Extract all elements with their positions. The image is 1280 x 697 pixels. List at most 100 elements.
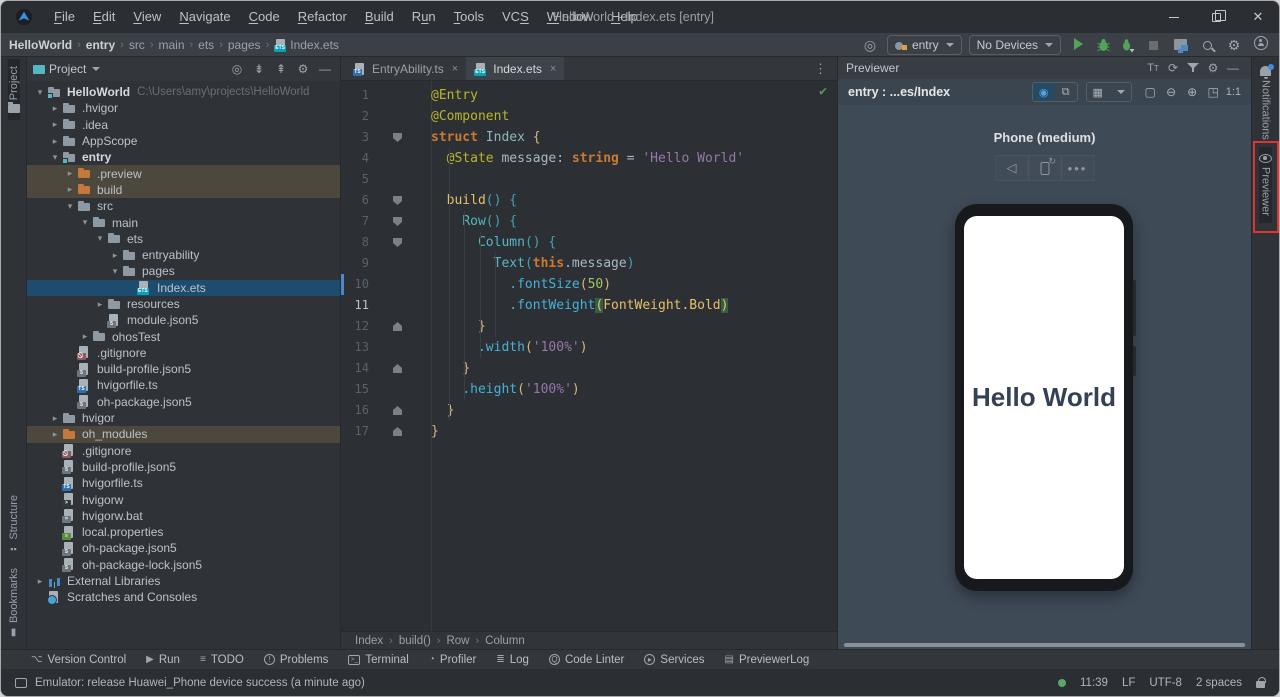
device-selector[interactable]: No Devices bbox=[968, 34, 1061, 55]
menu-navigate[interactable]: Navigate bbox=[170, 1, 239, 33]
tree-chevron-icon[interactable]: ▸ bbox=[48, 429, 62, 440]
code-line-12[interactable]: 12 } bbox=[341, 316, 837, 337]
readonly-lock-icon[interactable] bbox=[1256, 677, 1266, 688]
previewer-settings-icon[interactable]: ⚙ bbox=[1203, 61, 1223, 75]
tree-item--gitignore[interactable]: ⃠ .gitignore bbox=[27, 443, 340, 459]
breadcrumb-item-entry[interactable]: entry bbox=[86, 38, 115, 52]
code-line-1[interactable]: 1 @Entry bbox=[341, 85, 837, 106]
tree-chevron-icon[interactable]: ▾ bbox=[33, 87, 47, 98]
tree-item--gitignore[interactable]: ⃠ .gitignore bbox=[27, 345, 340, 361]
more-options-button[interactable]: ••• bbox=[1061, 155, 1094, 181]
locate-target-icon[interactable]: ◎ bbox=[860, 35, 880, 55]
sidebar-tab-bookmarks[interactable]: Bookmarks ▮ bbox=[8, 561, 20, 645]
tool-window-button-todo[interactable]: ≡ TODO bbox=[200, 654, 244, 666]
close-button[interactable]: ✕ bbox=[1237, 1, 1279, 33]
tree-item-oh_modules[interactable]: ▸ oh_modules bbox=[27, 426, 340, 443]
tree-item-build-profile-json5[interactable]: 5 build-profile.json5 bbox=[27, 361, 340, 377]
code-line-5[interactable]: 5 bbox=[341, 169, 837, 190]
tree-chevron-icon[interactable]: ▾ bbox=[48, 152, 62, 163]
menu-view[interactable]: View bbox=[124, 1, 170, 33]
tree-chevron-icon[interactable]: ▸ bbox=[63, 184, 77, 195]
phone-screen[interactable]: Hello World bbox=[964, 216, 1124, 579]
tool-window-button-terminal[interactable]: >_ Terminal bbox=[348, 654, 409, 666]
code-line-10[interactable]: 10 .fontSize(50) bbox=[341, 274, 837, 295]
sidebar-tab-project[interactable]: Project bbox=[7, 59, 20, 121]
tree-chevron-icon[interactable]: ▾ bbox=[93, 233, 107, 244]
tree-chevron-icon[interactable]: ▸ bbox=[33, 576, 47, 587]
menu-vcs[interactable]: VCS bbox=[493, 1, 538, 33]
tool-window-button-log[interactable]: ≣ Log bbox=[496, 654, 529, 666]
tree-item-build[interactable]: ▸ build bbox=[27, 181, 340, 199]
status-message[interactable]: Emulator: release Huawei_Phone device su… bbox=[35, 677, 365, 689]
code-line-9[interactable]: 9 Text(this.message) bbox=[341, 253, 837, 274]
menu-refactor[interactable]: Refactor bbox=[289, 1, 356, 33]
code-line-13[interactable]: 13 .width('100%') bbox=[341, 337, 837, 358]
tree-item-hvigorfile-ts[interactable]: TS hvigorfile.ts bbox=[27, 475, 340, 491]
sidebar-tab-notifications[interactable]: Notifications bbox=[1260, 59, 1274, 147]
tree-item-resources[interactable]: ▸ resources bbox=[27, 296, 340, 312]
tree-chevron-icon[interactable]: ▸ bbox=[93, 299, 107, 310]
fold-open-icon[interactable] bbox=[393, 196, 402, 205]
sidebar-tab-structure[interactable]: Structure ▪▪ bbox=[8, 488, 20, 561]
zoom-in-icon[interactable]: ⊕ bbox=[1182, 85, 1203, 99]
tree-item-module-json5[interactable]: 5 module.json5 bbox=[27, 312, 340, 328]
run-button[interactable] bbox=[1068, 35, 1088, 55]
tool-window-button-services[interactable]: ▸ Services bbox=[644, 654, 705, 666]
breadcrumb-item-helloworld[interactable]: HelloWorld bbox=[9, 38, 72, 52]
line-separator-indicator[interactable]: LF bbox=[1122, 677, 1135, 689]
tree-item-oh-package-json5[interactable]: 5 oh-package.json5 bbox=[27, 394, 340, 410]
debug-restart-button[interactable] bbox=[1119, 37, 1136, 53]
tree-chevron-icon[interactable]: ▸ bbox=[63, 168, 77, 179]
tree-item-hvigorfile-ts[interactable]: TS hvigorfile.ts bbox=[27, 377, 340, 393]
scrollbar-thumb[interactable] bbox=[844, 643, 1245, 647]
tree-item-entry[interactable]: ▾ entry bbox=[27, 149, 340, 165]
debug-button[interactable] bbox=[1095, 37, 1112, 53]
tree-item-oh-package-lock-json5[interactable]: 5 oh-package-lock.json5 bbox=[27, 557, 340, 573]
indent-indicator[interactable]: 2 spaces bbox=[1196, 677, 1242, 689]
fold-close-icon[interactable] bbox=[393, 427, 402, 436]
fold-open-icon[interactable] bbox=[393, 133, 402, 142]
tree-chevron-icon[interactable]: ▾ bbox=[63, 201, 77, 212]
tree-chevron-icon[interactable]: ▾ bbox=[78, 217, 92, 228]
tree-item-main[interactable]: ▾ main bbox=[27, 214, 340, 230]
expand-all-icon[interactable]: ⇟ bbox=[250, 62, 268, 76]
text-size-icon[interactable]: TT bbox=[1143, 62, 1163, 74]
fit-to-window-icon[interactable]: ◳ bbox=[1203, 85, 1224, 99]
code-line-7[interactable]: 7 Row() { bbox=[341, 211, 837, 232]
menu-code[interactable]: Code bbox=[240, 1, 289, 33]
tree-item--hvigor[interactable]: ▸ .hvigor bbox=[27, 100, 340, 116]
code-line-2[interactable]: 2 @Component bbox=[341, 106, 837, 127]
stop-button[interactable] bbox=[1143, 35, 1163, 55]
module-selector[interactable]: entry bbox=[886, 34, 962, 55]
fold-open-icon[interactable] bbox=[393, 217, 402, 226]
code-line-15[interactable]: 15 .height('100%') bbox=[341, 379, 837, 400]
inspector-toggle[interactable]: ◉ bbox=[1032, 83, 1055, 101]
collapse-all-icon[interactable]: ⇞ bbox=[272, 62, 290, 76]
code-line-3[interactable]: 3 struct Index { bbox=[341, 127, 837, 148]
tree-chevron-icon[interactable]: ▸ bbox=[48, 103, 62, 114]
tool-window-button-previewerlog[interactable]: ▤ PreviewerLog bbox=[725, 654, 810, 666]
tree-item-pages[interactable]: ▾ pages bbox=[27, 263, 340, 279]
tree-item--preview[interactable]: ▸ .preview bbox=[27, 165, 340, 182]
code-editor[interactable]: 1 @Entry 2 @Component 3 struct Index {4 @Stat… bbox=[341, 81, 837, 631]
tree-item-appscope[interactable]: ▸ AppScope bbox=[27, 133, 340, 149]
tool-window-button-version-control[interactable]: ⌥ Version Control bbox=[31, 654, 126, 666]
sidebar-tab-previewer[interactable]: Previewer bbox=[1259, 146, 1272, 223]
tool-window-button-run[interactable]: ▶ Run bbox=[146, 654, 180, 666]
breadcrumb-item-pages[interactable]: pages bbox=[228, 38, 261, 52]
menu-file[interactable]: File bbox=[45, 1, 84, 33]
tree-chevron-icon[interactable]: ▸ bbox=[108, 250, 122, 261]
select-opened-file-icon[interactable]: ◎ bbox=[228, 62, 246, 76]
hide-previewer-icon[interactable]: — bbox=[1223, 61, 1243, 75]
tree-item--idea[interactable]: ▸ .idea bbox=[27, 117, 340, 133]
tree-item-hvigorw-bat[interactable]: = hvigorw.bat bbox=[27, 508, 340, 524]
profile-button[interactable] bbox=[1251, 35, 1271, 55]
tab-list-more-icon[interactable]: ⋮ bbox=[804, 57, 837, 80]
event-log-icon[interactable] bbox=[15, 677, 27, 688]
tree-chevron-icon[interactable]: ▾ bbox=[108, 266, 122, 277]
tree-item-ets[interactable]: ▾ ets bbox=[27, 231, 340, 247]
tree-item-local-properties[interactable]: ≡ local.properties bbox=[27, 524, 340, 540]
code-line-11[interactable]: 11 .fontWeight(FontWeight.Bold) bbox=[341, 295, 837, 316]
breadcrumb-item-src[interactable]: src bbox=[129, 38, 145, 52]
tool-window-button-profiler[interactable]: ◔ Profiler bbox=[429, 654, 476, 666]
